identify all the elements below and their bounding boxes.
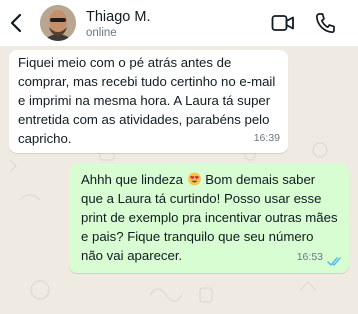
message-time: 16:53 bbox=[296, 251, 323, 263]
incoming-message-bubble[interactable]: Fiquei meio com o pé atrás antes de comp… bbox=[9, 50, 288, 153]
heart-eyes-emoji-icon bbox=[187, 172, 201, 186]
voice-call-button[interactable] bbox=[315, 12, 335, 34]
chat-header: Thiago M. online bbox=[0, 0, 358, 46]
video-camera-icon bbox=[271, 15, 294, 31]
outgoing-message-bubble[interactable]: Ahhh que lindeza Bom demais saber que a … bbox=[69, 164, 349, 273]
contact-status: online bbox=[86, 27, 117, 39]
video-call-button[interactable] bbox=[271, 13, 295, 33]
message-text: Fiquei meio com o pé atrás antes de comp… bbox=[18, 55, 276, 146]
avatar-photo bbox=[40, 5, 76, 41]
phone-icon bbox=[315, 13, 335, 34]
message-text-start: Ahhh que lindeza bbox=[81, 172, 187, 187]
back-button[interactable] bbox=[6, 11, 26, 35]
contact-name[interactable]: Thiago M. bbox=[86, 9, 150, 25]
chevron-left-icon bbox=[10, 13, 22, 33]
contact-avatar[interactable] bbox=[40, 5, 76, 41]
double-check-read-icon bbox=[327, 257, 341, 266]
message-time: 16:39 bbox=[253, 132, 280, 144]
